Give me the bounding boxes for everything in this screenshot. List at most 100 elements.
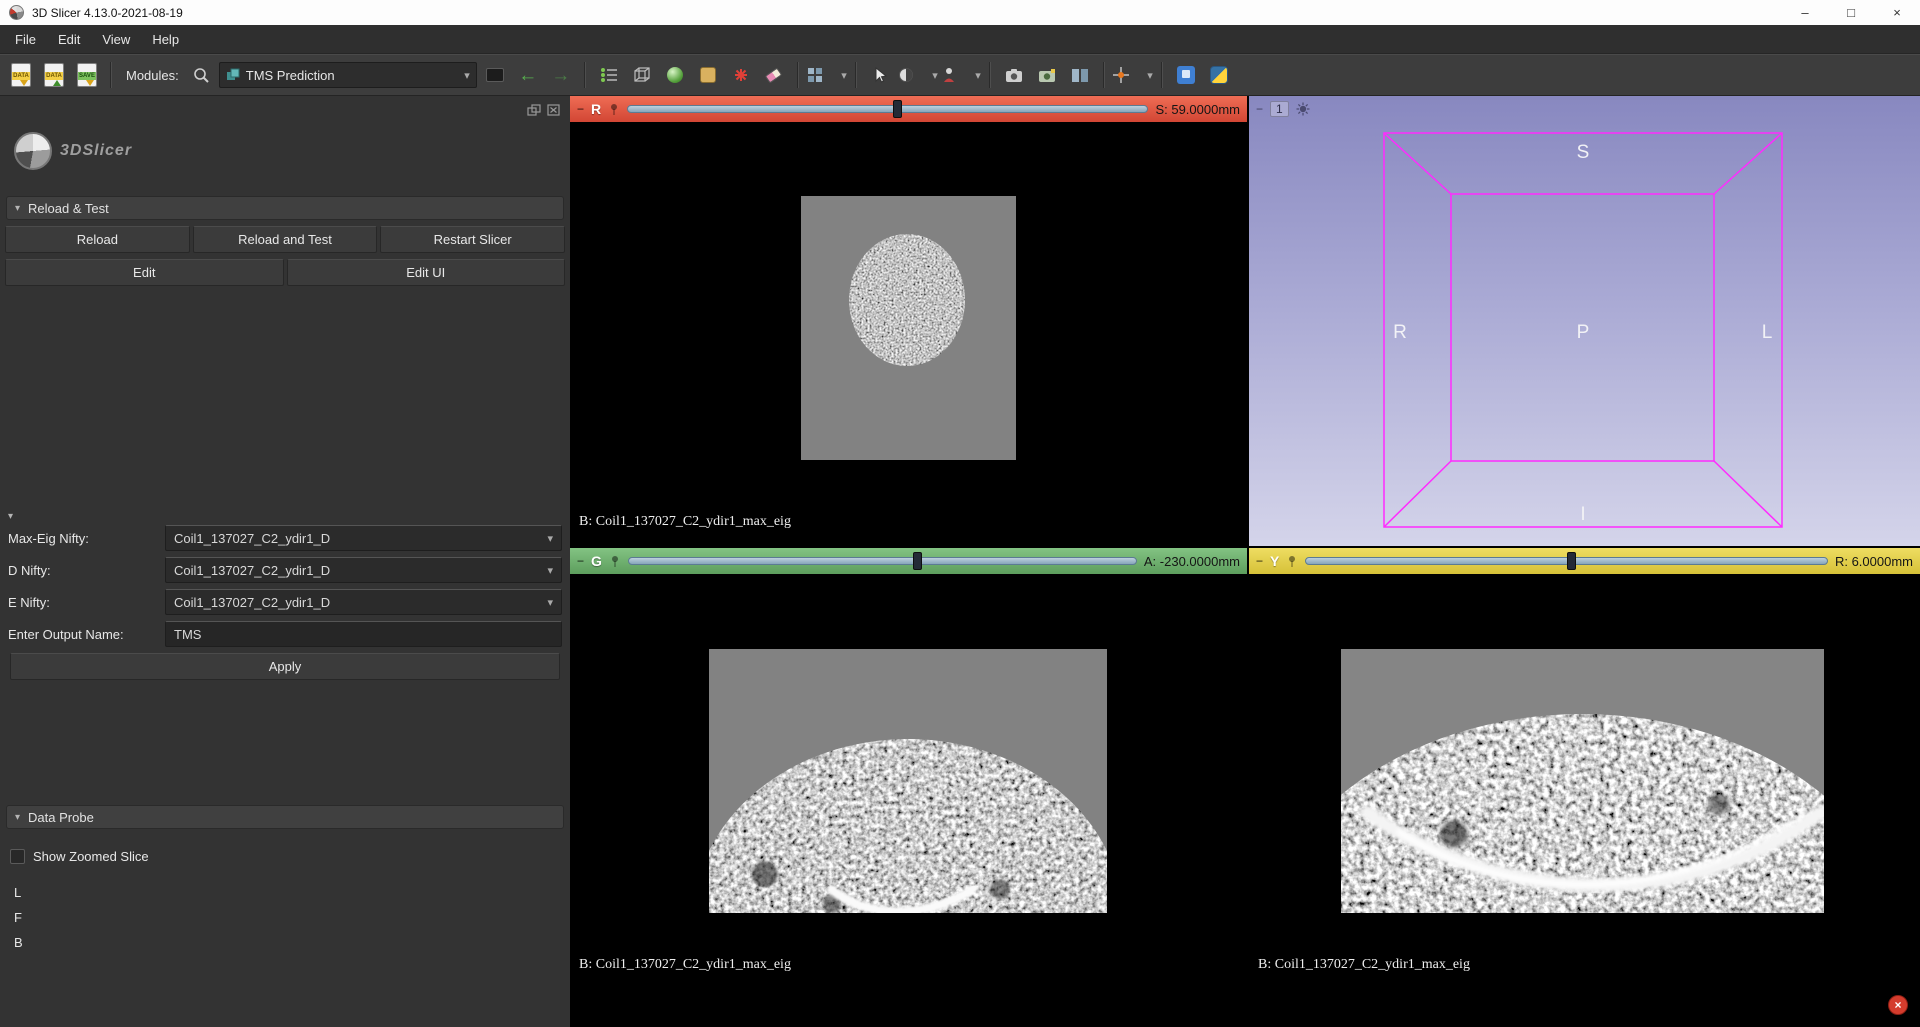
transforms-icon[interactable] (726, 60, 756, 90)
pin-icon[interactable] (609, 555, 621, 568)
extensions-icon[interactable] (1171, 60, 1201, 90)
screenshot-icon[interactable] (999, 60, 1029, 90)
close-button[interactable]: × (1874, 0, 1920, 25)
green-slice-slider[interactable] (628, 554, 1137, 568)
green-slice-image[interactable] (570, 574, 1247, 985)
green-slice-offset: A: -230.0000mm (1144, 554, 1240, 569)
yellow-slice-slider[interactable] (1305, 554, 1828, 568)
yellow-slider-handle[interactable] (1567, 552, 1576, 570)
module-history-icon[interactable] (480, 60, 510, 90)
close-panel-icon[interactable] (547, 104, 560, 116)
collapse-controller-icon[interactable]: − (577, 102, 584, 116)
yellow-slice-offset: R: 6.0000mm (1835, 554, 1913, 569)
d-nifty-combobox[interactable]: Coil1_137027_C2_ydir1_D ▾ (165, 557, 562, 583)
title-bar: 3D Slicer 4.13.0-2021-08-19 – □ × (0, 0, 1920, 25)
volume-rendering-icon[interactable] (627, 60, 657, 90)
green-slice-view[interactable]: − G A: -230.0000mm (570, 548, 1247, 985)
maximize-button[interactable]: □ (1828, 0, 1874, 25)
error-log-icon[interactable]: × (1888, 995, 1908, 1015)
d-nifty-label: D Nifty: (8, 563, 165, 578)
chevron-down-icon: ▾ (547, 596, 553, 609)
app-logo-icon (9, 5, 24, 20)
place-fiducial-icon[interactable]: ▾ (941, 60, 981, 90)
compare-views-icon[interactable] (1065, 60, 1095, 90)
threed-view[interactable]: S R P L I − 1 (1249, 96, 1920, 546)
reload-button[interactable]: Reload (5, 226, 190, 253)
menu-file[interactable]: File (4, 25, 47, 53)
green-slider-handle[interactable] (913, 552, 922, 570)
chevron-down-icon: ▾ (464, 69, 470, 82)
scene-views-icon[interactable] (1032, 60, 1062, 90)
show-zoomed-slice-checkbox[interactable] (10, 849, 25, 864)
slicer-logo-text: 3DSlicer (60, 142, 132, 160)
probe-row-l: L (14, 880, 570, 905)
chevron-down-icon: ▾ (975, 69, 981, 82)
menu-help[interactable]: Help (141, 25, 190, 53)
max-eig-value: Coil1_137027_C2_ydir1_D (174, 531, 330, 546)
chevron-down-icon: ▾ (932, 69, 938, 82)
restart-slicer-button[interactable]: Restart Slicer (380, 226, 565, 253)
minimize-button[interactable]: – (1782, 0, 1828, 25)
window-title: 3D Slicer 4.13.0-2021-08-19 (32, 6, 183, 20)
module-search-icon[interactable] (186, 60, 216, 90)
status-bar: × (570, 985, 1920, 1027)
chevron-down-icon: ▾ (841, 69, 847, 82)
collapse-icon[interactable]: ▾ (8, 511, 570, 525)
collapse-icon: ▾ (15, 203, 20, 214)
yellow-slice-image[interactable] (1249, 574, 1920, 985)
green-volume-label: B: Coil1_137027_C2_ydir1_max_eig (579, 957, 791, 973)
section-reload-test[interactable]: ▾ Reload & Test (6, 196, 564, 220)
window-level-icon[interactable]: ▾ (898, 60, 938, 90)
modules-label: Modules: (126, 68, 179, 83)
red-slice-slider[interactable] (627, 102, 1148, 116)
reload-and-test-button[interactable]: Reload and Test (193, 226, 378, 253)
python-console-icon[interactable] (1204, 60, 1234, 90)
toolbar-separator (1103, 62, 1105, 88)
collapse-controller-icon[interactable]: − (1256, 102, 1263, 116)
welcome-icon[interactable] (693, 60, 723, 90)
forward-icon[interactable]: → (546, 60, 576, 90)
collapse-controller-icon[interactable]: − (577, 554, 584, 568)
threed-view-name[interactable]: 1 (1270, 101, 1289, 117)
red-slice-view[interactable]: − R S: 59.0000mm (570, 96, 1247, 546)
view-layout-area: − R S: 59.0000mm (570, 96, 1920, 1027)
back-icon[interactable]: ← (513, 60, 543, 90)
pin-icon[interactable] (608, 103, 620, 116)
markups-icon[interactable] (594, 60, 624, 90)
yellow-slice-view[interactable]: − Y R: 6.0000mm (1249, 548, 1920, 985)
crosshair-icon[interactable]: ▾ (1113, 60, 1153, 90)
yellow-view-letter: Y (1270, 553, 1279, 569)
slicer-logo: 3DSlicer (14, 132, 570, 170)
e-nifty-combobox[interactable]: Coil1_137027_C2_ydir1_D ▾ (165, 589, 562, 615)
max-eig-combobox[interactable]: Coil1_137027_C2_ydir1_D ▾ (165, 525, 562, 551)
mouse-pointer-icon[interactable] (865, 60, 895, 90)
view-options-icon[interactable] (1296, 102, 1310, 116)
slicer-logo-icon (14, 132, 52, 170)
models-icon[interactable] (660, 60, 690, 90)
segment-editor-icon[interactable] (759, 60, 789, 90)
probe-row-b: B (14, 930, 570, 955)
edit-button[interactable]: Edit (5, 259, 284, 286)
red-slider-handle[interactable] (893, 100, 902, 118)
apply-button[interactable]: Apply (10, 653, 560, 680)
add-data-icon[interactable]: DATA (39, 60, 69, 90)
layout-icon[interactable]: ▾ (807, 60, 847, 90)
module-selector[interactable]: TMS Prediction ▾ (219, 62, 477, 88)
edit-ui-button[interactable]: Edit UI (287, 259, 566, 286)
e-nifty-label: E Nifty: (8, 595, 165, 610)
menu-edit[interactable]: Edit (47, 25, 91, 53)
output-name-input[interactable]: TMS (165, 621, 562, 647)
undock-panel-icon[interactable] (527, 104, 541, 116)
max-eig-label: Max-Eig Nifty: (8, 531, 165, 546)
load-data-icon[interactable]: DATA (6, 60, 36, 90)
axis-label-l: L (1762, 322, 1773, 343)
menu-view[interactable]: View (91, 25, 141, 53)
yellow-volume-label: B: Coil1_137027_C2_ydir1_max_eig (1258, 957, 1470, 973)
pin-icon[interactable] (1286, 555, 1298, 568)
collapse-controller-icon[interactable]: − (1256, 554, 1263, 568)
red-slice-image[interactable] (570, 122, 1247, 546)
threed-cube: S R P L I (1249, 96, 1920, 546)
save-data-icon[interactable]: SAVE (72, 60, 102, 90)
e-nifty-value: Coil1_137027_C2_ydir1_D (174, 595, 330, 610)
section-data-probe[interactable]: ▾ Data Probe (6, 805, 564, 829)
